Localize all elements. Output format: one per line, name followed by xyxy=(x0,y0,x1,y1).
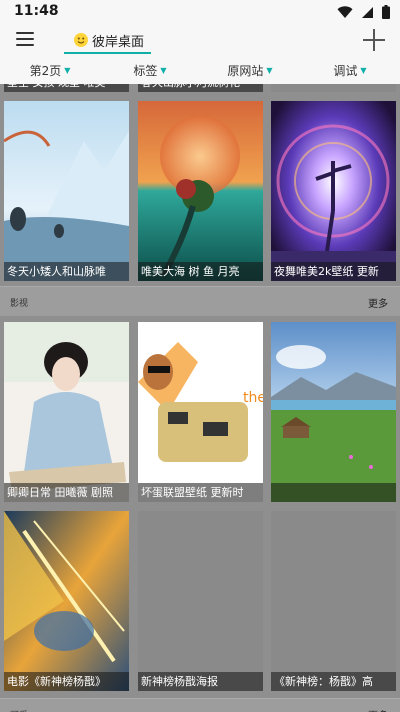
section-header-cute: 可爱 更多 xyxy=(0,698,400,712)
wallpaper-card[interactable]: 电影《新神榜杨戬》 xyxy=(4,511,129,691)
chevron-down-icon: ▼ xyxy=(360,65,367,75)
wallpaper-card[interactable] xyxy=(271,322,396,502)
filter-tags-label: 标签 xyxy=(133,63,158,78)
status-time: 11:48 xyxy=(14,3,59,19)
wallpaper-card[interactable]: 冬天小矮人和山脉唯 xyxy=(4,101,129,281)
winter-mountain-image xyxy=(4,101,129,281)
section-header-movies: 影视 更多 xyxy=(0,286,400,316)
wallpaper-card[interactable]: 春天山脉小河流树花 xyxy=(138,84,263,92)
section-title: 影视 xyxy=(10,299,29,309)
filter-debug[interactable]: 调试 ▼ xyxy=(300,56,400,84)
battery-icon xyxy=(382,5,390,19)
add-icon[interactable] xyxy=(362,28,386,52)
meadow-cabin-image xyxy=(271,322,396,502)
app-bar: 彼岸桌面 xyxy=(0,24,400,56)
card-caption: 新神榜杨戬海报 xyxy=(138,672,263,691)
tab-app-title[interactable]: 彼岸桌面 xyxy=(64,26,151,54)
chevron-down-icon: ▼ xyxy=(64,65,71,75)
filter-debug-label: 调试 xyxy=(333,63,358,78)
wallpaper-card[interactable]: 卿卿日常 田曦薇 剧照 xyxy=(4,322,129,502)
card-caption: 夜舞唯美2k壁纸 更新 xyxy=(271,262,396,281)
actress-portrait-image xyxy=(4,322,129,502)
svg-text:the: the xyxy=(243,390,263,406)
card-caption: 春天山脉小河流树花 xyxy=(138,84,263,92)
filter-tags[interactable]: 标签 ▼ xyxy=(100,56,200,84)
filter-page-label: 第2页 xyxy=(29,63,62,78)
card-caption: 冬天小矮人和山脉唯 xyxy=(4,262,129,281)
tab-indicator xyxy=(64,52,151,54)
bad-guys-poster-image: the xyxy=(138,322,263,502)
yang-jian-movie-image xyxy=(4,511,129,691)
status-icons xyxy=(337,5,390,19)
wifi-icon xyxy=(337,5,353,18)
wallpaper-card[interactable]: 新神榜杨戬海报 xyxy=(138,511,263,691)
status-bar: 11:48 xyxy=(0,0,400,24)
section-title: 可爱 xyxy=(10,708,28,712)
chevron-down-icon: ▼ xyxy=(266,65,273,75)
card-caption: 电影《新神榜杨戬》 xyxy=(4,672,129,691)
wallpaper-card[interactable]: 《新神榜：杨戬》高 xyxy=(271,511,396,691)
wallpaper-card[interactable] xyxy=(271,84,396,92)
ballet-dancer-image xyxy=(271,101,396,281)
card-caption xyxy=(271,483,396,502)
filter-source-site[interactable]: 原网站 ▼ xyxy=(200,56,300,84)
more-link[interactable]: 更多 xyxy=(368,295,388,310)
wallpaper-card[interactable]: 唯美大海 树 鱼 月亮 xyxy=(138,101,263,281)
chevron-down-icon: ▼ xyxy=(160,65,167,75)
card-caption: 唯美大海 树 鱼 月亮 xyxy=(138,262,263,281)
card-caption: 卿卿日常 田曦薇 剧照 xyxy=(4,483,129,502)
filter-source-label: 原网站 xyxy=(227,63,264,78)
app-title-label: 彼岸桌面 xyxy=(92,34,145,50)
filter-bar: 第2页 ▼ 标签 ▼ 原网站 ▼ 调试 ▼ xyxy=(0,56,400,84)
content-scroll[interactable]: 星空 女孩 观星 唯美 春天山脉小河流树花 冬天小矮人和山脉唯 xyxy=(0,84,400,712)
filter-page[interactable]: 第2页 ▼ xyxy=(0,56,100,84)
menu-icon[interactable] xyxy=(16,32,34,46)
card-caption: 坏蛋联盟壁纸 更新时 xyxy=(138,483,263,502)
card-caption: 《新神榜：杨戬》高 xyxy=(271,672,396,691)
wallpaper-card[interactable]: 星空 女孩 观星 唯美 xyxy=(4,84,129,92)
more-link[interactable]: 更多 xyxy=(368,707,388,712)
sea-tree-moon-image xyxy=(138,101,263,281)
card-caption: 星空 女孩 观星 唯美 xyxy=(4,84,129,92)
wallpaper-card[interactable]: 夜舞唯美2k壁纸 更新 xyxy=(271,101,396,281)
wallpaper-card[interactable]: the 坏蛋联盟壁纸 更新时 xyxy=(138,322,263,502)
signal-icon xyxy=(362,6,373,18)
smiley-icon xyxy=(74,33,88,47)
